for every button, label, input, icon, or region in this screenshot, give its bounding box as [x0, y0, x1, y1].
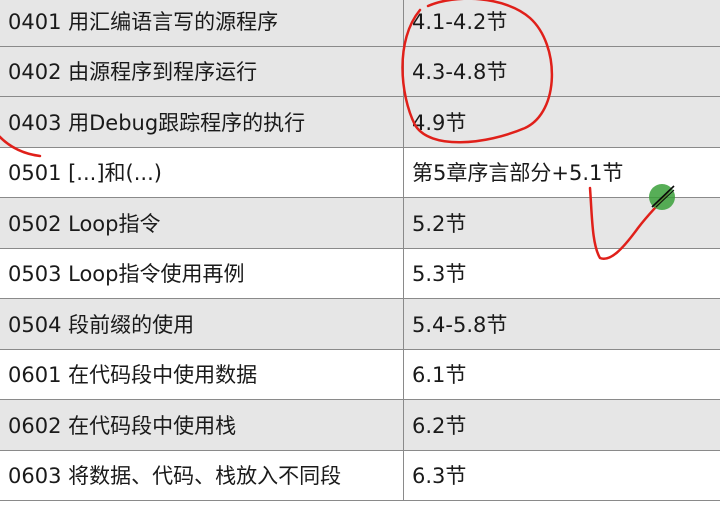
- section-cell: 5.4-5.8节: [403, 298, 720, 350]
- table-row: 0501 [...]和(...) 第5章序言部分+5.1节: [0, 146, 720, 198]
- lesson-title-cell: 0503 Loop指令使用再例: [0, 247, 404, 299]
- table-row: 0504 段前缀的使用 5.4-5.8节: [0, 298, 720, 350]
- lesson-title-cell: 0601 在代码段中使用数据: [0, 348, 404, 400]
- table-row: 0503 Loop指令使用再例 5.3节: [0, 247, 720, 299]
- lesson-title-cell: 0403 用Debug跟踪程序的执行: [0, 96, 404, 148]
- table-row: 0401 用汇编语言写的源程序 4.1-4.2节: [0, 0, 720, 47]
- lesson-title-cell: 0504 段前缀的使用: [0, 298, 404, 350]
- lesson-title-cell: 0402 由源程序到程序运行: [0, 45, 404, 97]
- lesson-title-cell: 0401 用汇编语言写的源程序: [0, 0, 404, 47]
- table-row: 0601 在代码段中使用数据 6.1节: [0, 348, 720, 400]
- table-row: 0402 由源程序到程序运行 4.3-4.8节: [0, 45, 720, 97]
- section-cell: 6.1节: [403, 348, 720, 400]
- lesson-title-cell: 0603 将数据、代码、栈放入不同段: [0, 449, 404, 501]
- section-cell: 4.9节: [403, 96, 720, 148]
- section-cell: 第5章序言部分+5.1节: [403, 146, 720, 198]
- section-cell: 6.2节: [403, 399, 720, 451]
- course-section-table: 0401 用汇编语言写的源程序 4.1-4.2节 0402 由源程序到程序运行 …: [0, 0, 720, 501]
- table-row: 0602 在代码段中使用栈 6.2节: [0, 399, 720, 451]
- table-row: 0502 Loop指令 5.2节: [0, 197, 720, 249]
- section-cell: 5.2节: [403, 197, 720, 249]
- lesson-title-cell: 0602 在代码段中使用栈: [0, 399, 404, 451]
- section-cell: 6.3节: [403, 449, 720, 501]
- section-cell: 4.3-4.8节: [403, 45, 720, 97]
- course-table-wrapper: 0401 用汇编语言写的源程序 4.1-4.2节 0402 由源程序到程序运行 …: [0, 0, 720, 505]
- table-row: 0403 用Debug跟踪程序的执行 4.9节: [0, 96, 720, 148]
- section-cell: 5.3节: [403, 247, 720, 299]
- section-cell: 4.1-4.2节: [403, 0, 720, 47]
- lesson-title-cell: 0502 Loop指令: [0, 197, 404, 249]
- table-row: 0603 将数据、代码、栈放入不同段 6.3节: [0, 449, 720, 501]
- lesson-title-cell: 0501 [...]和(...): [0, 146, 404, 198]
